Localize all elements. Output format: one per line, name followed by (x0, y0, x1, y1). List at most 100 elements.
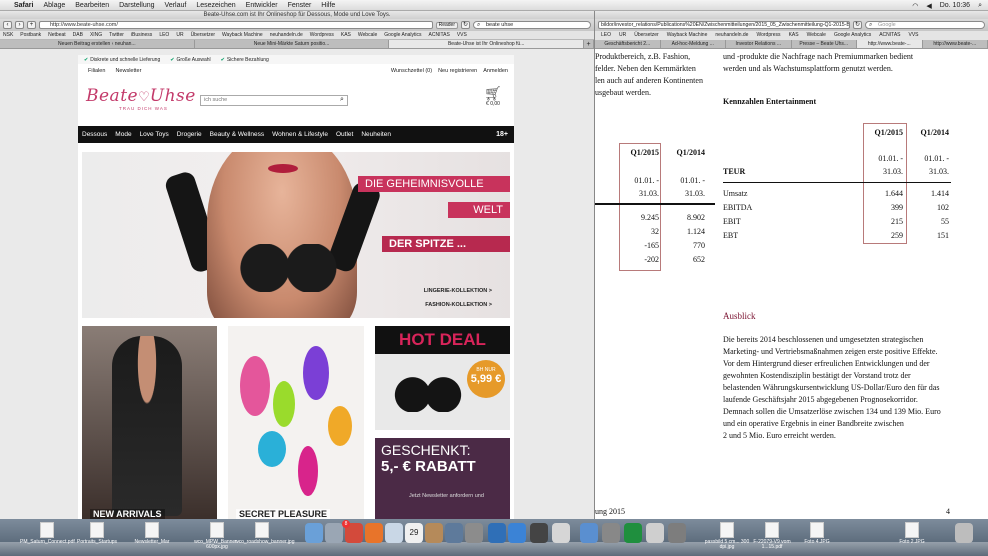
new-tab-button[interactable]: + (584, 40, 594, 48)
bookmark-item[interactable]: UR (619, 31, 626, 40)
tab-adhoc[interactable]: Ad-hoc-Meldung ... (661, 40, 726, 48)
nav-outlet[interactable]: Outlet (336, 131, 353, 138)
bookmark-item[interactable]: XING (90, 32, 102, 38)
desktop-file[interactable]: wco_roadshow_banner.jpg (235, 522, 295, 545)
tile-new-arrivals[interactable]: NEW ARRIVALS (82, 326, 217, 519)
reader-button[interactable]: Reader (435, 21, 458, 29)
bookmark-item[interactable]: Postbank (20, 32, 41, 38)
calendar-icon[interactable]: 29 (405, 523, 423, 543)
cart-button[interactable]: 🛒︎ € 0,00 (478, 86, 508, 108)
lingerie-link[interactable]: LINGERIE-KOLLEKTION > (424, 288, 492, 294)
bookmark-item[interactable]: Wordpress (756, 31, 780, 40)
shop-logo[interactable]: Beate♡Uhse TRAU DICH WAS (86, 86, 195, 116)
tab-neuhandeln[interactable]: Neuen Beitrag erstellen ‹ neuhan... (0, 40, 195, 48)
menu-entwickler[interactable]: Entwickler (246, 2, 278, 9)
desktop-file[interactable]: Foto 4.JPG (790, 522, 844, 545)
fashion-link[interactable]: FASHION-KOLLEKTION > (425, 302, 492, 308)
bookmark-item[interactable]: Google Analytics (834, 31, 871, 40)
bookmark-item[interactable]: NSK (3, 32, 13, 38)
link-filialen[interactable]: Filialen (88, 68, 105, 74)
wifi-icon[interactable]: ◠ (912, 2, 918, 10)
desktop-file[interactable]: PM_Saturn_Connect.pdf (20, 522, 75, 545)
bookmark-item[interactable]: neuhandeln.de (270, 32, 303, 38)
bookmark-item[interactable]: UR (176, 32, 183, 38)
clock[interactable]: Do. 10:36 (940, 2, 970, 9)
app-icon[interactable] (668, 523, 686, 543)
back-button[interactable]: ‹ (3, 21, 12, 29)
bookmark-item[interactable]: Google Analytics (384, 32, 421, 38)
tile-secret-pleasure[interactable]: SECRET PLEASURE (228, 326, 364, 519)
tab-presse[interactable]: Presse – Beate Uhs... (792, 40, 857, 48)
nav-wohnen[interactable]: Wohnen & Lifestyle (272, 131, 328, 138)
bookmark-item[interactable]: DAB (73, 32, 83, 38)
terminal-icon[interactable] (530, 523, 548, 543)
app-icon[interactable] (646, 523, 664, 543)
finder-icon[interactable] (305, 523, 323, 543)
reload-icon[interactable]: ↻ (853, 21, 862, 29)
add-bookmark-button[interactable]: + (27, 21, 36, 29)
bookmark-item[interactable]: Webcale (358, 32, 377, 38)
hero-banner[interactable]: DIE GEHEIMNISVOLLE WELT DER SPITZE ... L… (82, 152, 510, 318)
contacts-icon[interactable] (425, 523, 443, 543)
menu-safari[interactable]: Safari (14, 2, 33, 9)
desktop-file[interactable]: Newsletter_Mar (125, 522, 179, 545)
bookmark-item[interactable]: LEO (159, 32, 169, 38)
menu-hilfe[interactable]: Hilfe (321, 2, 335, 9)
tab-geschaeftsbericht[interactable]: Geschäftsbericht 2... (595, 40, 661, 48)
bookmark-item[interactable]: KAS (789, 31, 799, 40)
calculator-icon[interactable] (552, 523, 570, 543)
bookmark-item[interactable]: Twitter (109, 32, 124, 38)
nav-neuheiten[interactable]: Neuheiten (361, 131, 391, 138)
link-login[interactable]: Anmelden (483, 68, 508, 74)
bookmark-item[interactable]: Netbeat (48, 32, 66, 38)
tab-investor-relations[interactable]: Investor Relations ... (726, 40, 792, 48)
spotlight-icon[interactable]: ⌕ (978, 2, 982, 10)
pdf-search-field[interactable]: ⌕ Google (865, 21, 985, 29)
firefox-icon[interactable] (365, 523, 383, 543)
bookmark-item[interactable]: VVS (909, 31, 919, 40)
bookmark-item[interactable]: ACNITAS (879, 31, 900, 40)
pdf-address-bar[interactable]: bildor/investor_relations/Publications%2… (598, 21, 850, 29)
desktop-file[interactable]: Portraits_Startups (70, 522, 124, 545)
nav-beauty[interactable]: Beauty & Wellness (210, 131, 264, 138)
bookmark-item[interactable]: ACNITAS (429, 32, 450, 38)
app-icon[interactable] (624, 523, 642, 543)
tab-beate-uhse-2[interactable]: http://www.beate-... (923, 40, 988, 48)
menu-darstellung[interactable]: Darstellung (119, 2, 154, 9)
trash-icon[interactable] (955, 523, 973, 543)
nav-love-toys[interactable]: Love Toys (140, 131, 169, 138)
photos-icon[interactable] (445, 523, 463, 543)
link-wishlist[interactable]: Wunschzettel (0) (391, 68, 432, 74)
bookmark-item[interactable]: Übersetzer (191, 32, 215, 38)
nav-mode[interactable]: Mode (115, 131, 131, 138)
bookmark-item[interactable]: Wordpress (310, 32, 334, 38)
bookmark-item[interactable]: iBusiness (131, 32, 152, 38)
bookmark-item[interactable]: LEO (601, 31, 611, 40)
link-newsletter[interactable]: Newsletter (115, 68, 141, 74)
nav-drogerie[interactable]: Drogerie (177, 131, 202, 138)
bookmark-item[interactable]: Webcale (807, 31, 826, 40)
shop-search-input[interactable]: ich suche (200, 95, 348, 106)
desktop-file[interactable]: Foto 2.JPG (885, 522, 939, 545)
newsletter-promo[interactable]: GESCHENKT: 5,- € RABATT Jetzt Newsletter… (375, 438, 510, 519)
menu-lesezeichen[interactable]: Lesezeichen (196, 2, 235, 9)
bookmark-item[interactable]: KAS (341, 32, 351, 38)
reload-icon[interactable]: ↻ (461, 21, 470, 29)
menu-verlauf[interactable]: Verlauf (165, 2, 187, 9)
preferences-icon[interactable] (465, 523, 483, 543)
skype-icon[interactable] (580, 523, 598, 543)
tab-saturn[interactable]: Neue Mini-Märkte Saturn positio... (195, 40, 390, 48)
tab-beate-uhse[interactable]: Beate-Uhse ist Ihr Onlineshop fü... (389, 40, 585, 48)
bookmark-item[interactable]: neuhandeln.de (715, 31, 748, 40)
volume-icon[interactable]: ◀ (926, 2, 931, 10)
search-icon[interactable]: ⌕ (337, 96, 347, 105)
app-store-icon[interactable] (508, 523, 526, 543)
bookmark-item[interactable]: VVS (457, 32, 467, 38)
menu-bearbeiten[interactable]: Bearbeiten (75, 2, 109, 9)
hot-deal-card[interactable]: HOT DEAL BH NUR 5,99 € (375, 326, 510, 430)
itunes-icon[interactable] (488, 523, 506, 543)
nav-dessous[interactable]: Dessous (82, 131, 107, 138)
launchpad-icon[interactable] (325, 523, 343, 543)
bookmark-item[interactable]: Übersetzer (634, 31, 658, 40)
browser-search-field[interactable]: ⌕ beate uhse (473, 21, 591, 29)
